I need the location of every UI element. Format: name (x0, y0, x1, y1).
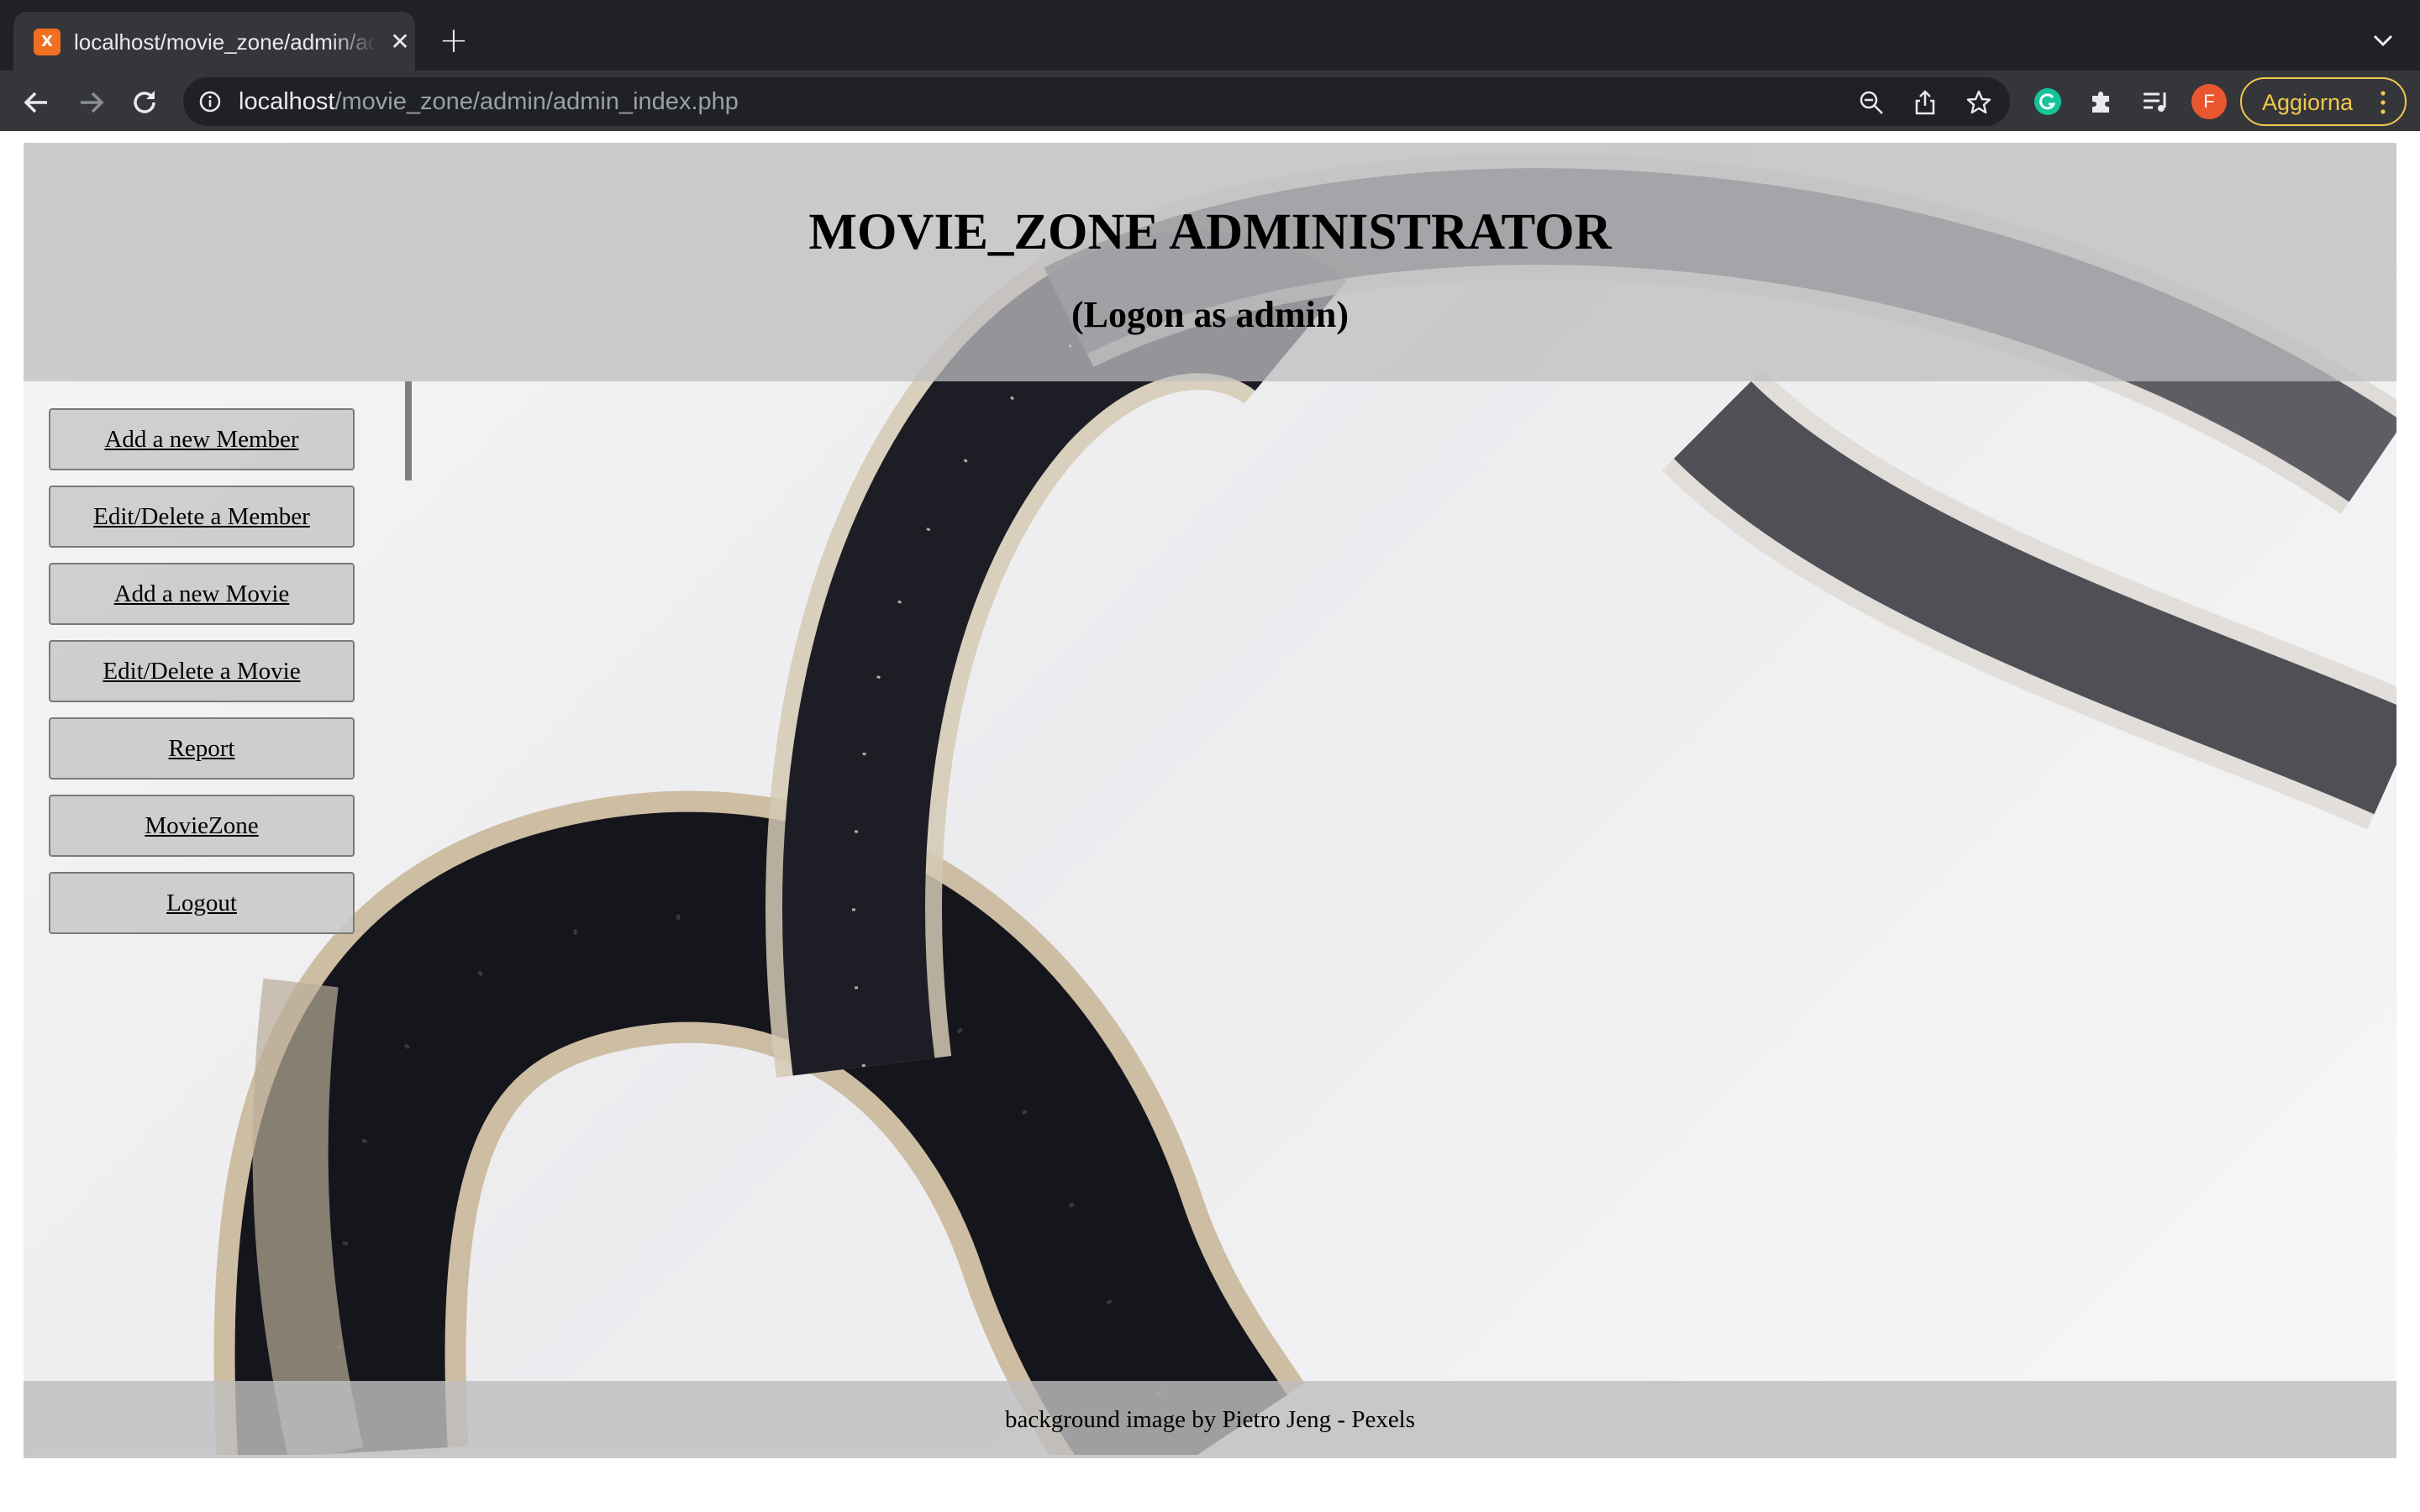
logout-button[interactable]: Logout (49, 872, 355, 934)
update-chrome-button[interactable]: Aggiorna (2240, 77, 2407, 126)
reading-list-icon[interactable] (2139, 86, 2171, 118)
address-bar[interactable]: localhost/movie_zone/admin/admin_index.p… (183, 77, 2010, 126)
grammarly-extension-icon[interactable] (2032, 86, 2064, 118)
page-footer: background image by Pietro Jeng - Pexels (24, 1381, 2396, 1458)
url-text[interactable]: localhost/movie_zone/admin/admin_index.p… (239, 86, 739, 118)
tab-title: localhost/movie_zone/admin/admin_index.p… (74, 29, 376, 55)
share-icon[interactable] (1912, 89, 1939, 116)
url-host: localhost (239, 88, 335, 115)
logon-status: (Logon as admin) (1071, 294, 1349, 335)
tab-search-chevron-icon[interactable] (2368, 25, 2398, 55)
forward-arrow-icon[interactable] (72, 84, 109, 121)
sidebar-scrollbar[interactable] (405, 381, 412, 480)
page-header: MOVIE_ZONE ADMINISTRATOR (Logon as admin… (24, 143, 2396, 381)
add-member-button[interactable]: Add a new Member (49, 408, 355, 470)
reload-icon[interactable] (126, 84, 163, 121)
report-button[interactable]: Report (49, 717, 355, 780)
xampp-favicon-icon: X (34, 29, 60, 55)
page-title: MOVIE_ZONE ADMINISTRATOR (808, 204, 1612, 260)
url-path: /movie_zone/admin/admin_index.php (334, 88, 739, 115)
edit-delete-member-button[interactable]: Edit/Delete a Member (49, 486, 355, 548)
site-info-icon[interactable] (198, 90, 222, 113)
extensions-puzzle-icon[interactable] (2086, 86, 2118, 118)
tab-close-icon[interactable]: ✕ (385, 27, 415, 57)
image-credit: background image by Pietro Jeng - Pexels (1004, 1406, 1416, 1433)
browser-tab-strip: X localhost/movie_zone/admin/admin_index… (0, 0, 2420, 71)
edit-delete-movie-button[interactable]: Edit/Delete a Movie (49, 640, 355, 702)
update-button-label: Aggiorna (2262, 90, 2354, 115)
bookmark-star-icon[interactable] (1965, 89, 1992, 116)
back-arrow-icon[interactable] (18, 84, 55, 121)
moviezone-button[interactable]: MovieZone (49, 795, 355, 857)
page-viewport: MOVIE_ZONE ADMINISTRATOR (Logon as admin… (0, 131, 2420, 1512)
more-menu-icon[interactable] (2376, 89, 2390, 116)
zoom-out-icon[interactable] (1858, 89, 1885, 116)
new-tab-plus-icon[interactable]: + (437, 23, 471, 58)
profile-avatar[interactable]: F (2191, 84, 2227, 119)
browser-tab[interactable]: X localhost/movie_zone/admin/admin_index… (13, 12, 415, 71)
add-movie-button[interactable]: Add a new Movie (49, 563, 355, 625)
